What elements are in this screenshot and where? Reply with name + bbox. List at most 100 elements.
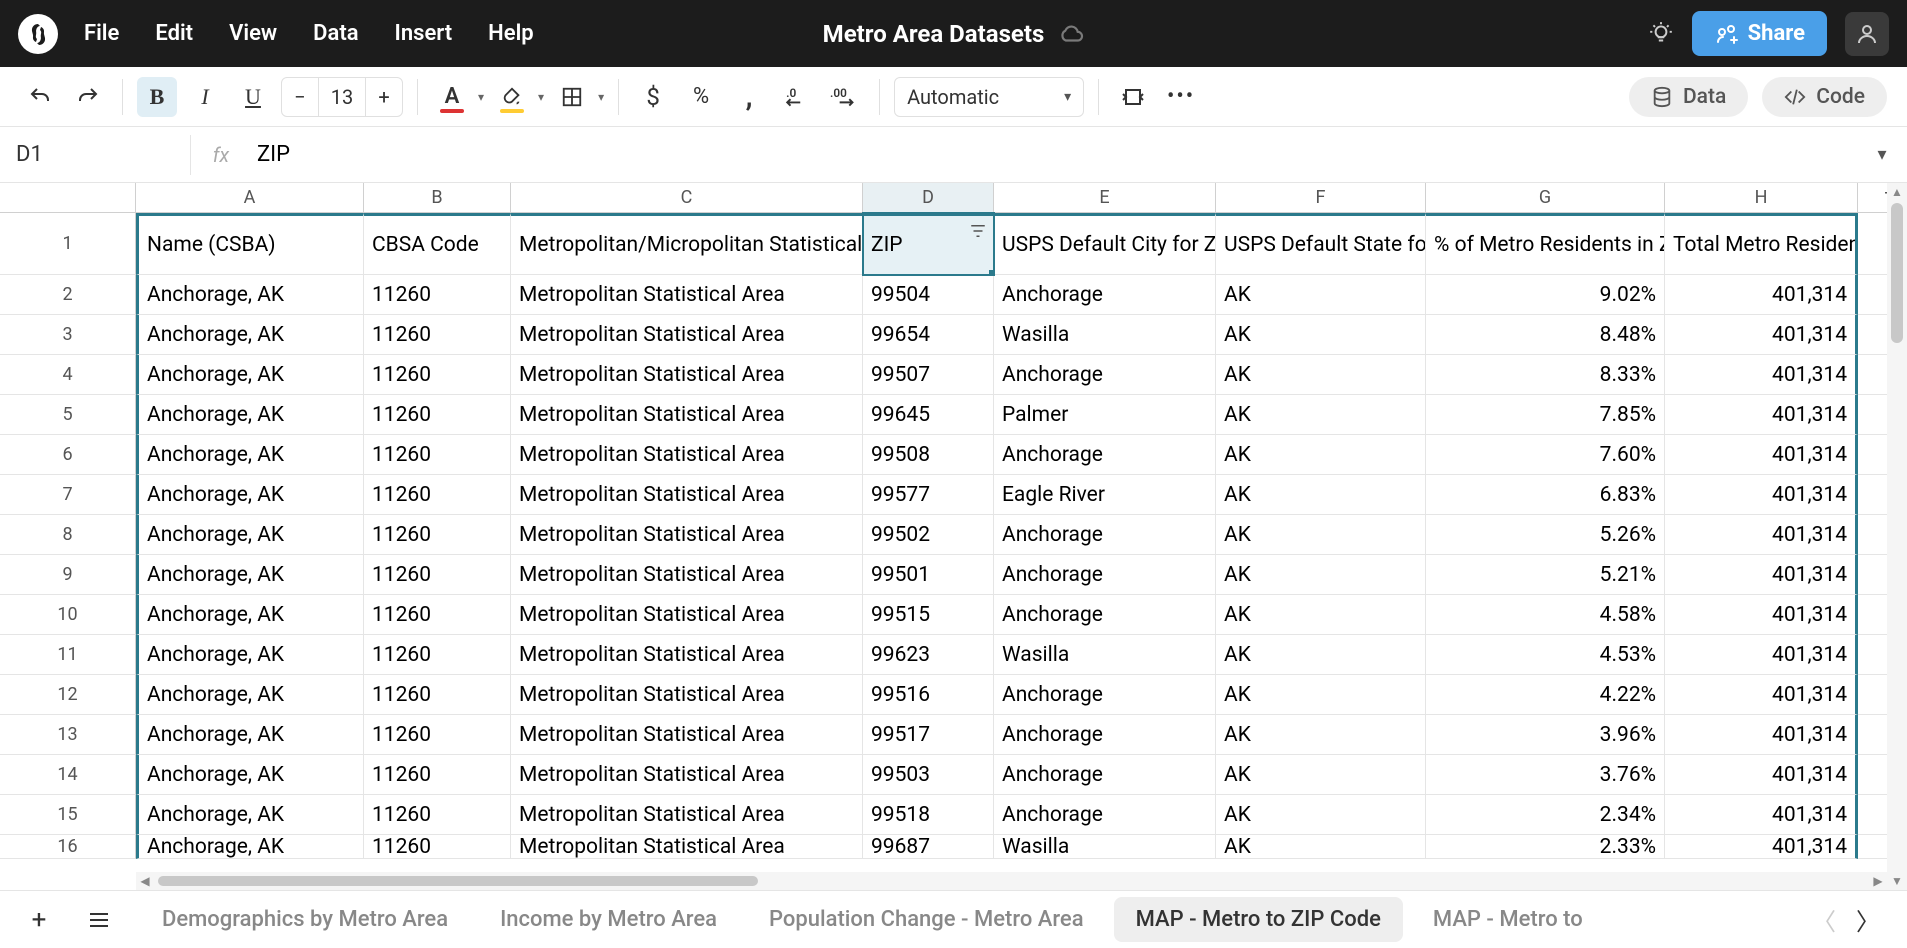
cell[interactable]: AK <box>1216 595 1426 635</box>
cell[interactable]: 11260 <box>364 475 511 515</box>
cell[interactable]: 11260 <box>364 595 511 635</box>
cell[interactable]: 401,314 <box>1665 555 1858 595</box>
cell[interactable]: Anchorage, AK <box>136 675 364 715</box>
chevron-down-icon[interactable]: ▾ <box>478 90 484 104</box>
cell[interactable]: AK <box>1216 355 1426 395</box>
document-title[interactable]: Metro Area Datasets <box>823 20 1045 48</box>
formula-expand-button[interactable]: ▾ <box>1857 144 1907 165</box>
cell[interactable]: AK <box>1216 835 1426 859</box>
cell[interactable]: AK <box>1216 435 1426 475</box>
bold-button[interactable]: B <box>137 77 177 117</box>
cell[interactable]: 9.02% <box>1426 275 1665 315</box>
cell[interactable]: Anchorage <box>994 555 1216 595</box>
horizontal-scrollbar[interactable]: ◀ ▶ <box>136 872 1887 890</box>
cloud-sync-icon[interactable] <box>1058 21 1084 47</box>
cell[interactable]: 401,314 <box>1665 755 1858 795</box>
cell[interactable]: AK <box>1216 275 1426 315</box>
filter-icon[interactable] <box>969 222 987 240</box>
cell[interactable]: 7.85% <box>1426 395 1665 435</box>
row-header-10[interactable]: 10 <box>0 595 136 635</box>
cell[interactable]: 11260 <box>364 435 511 475</box>
column-header-G[interactable]: G <box>1426 183 1665 213</box>
cell[interactable]: Metropolitan Statistical Area <box>511 315 863 355</box>
cell[interactable]: Anchorage, AK <box>136 355 364 395</box>
cell[interactable]: 11260 <box>364 795 511 835</box>
cell[interactable]: 401,314 <box>1665 395 1858 435</box>
cell[interactable]: Anchorage, AK <box>136 835 364 859</box>
row-header-15[interactable]: 15 <box>0 795 136 835</box>
lightbulb-icon[interactable] <box>1648 21 1674 47</box>
cell[interactable]: Anchorage, AK <box>136 515 364 555</box>
column-header-C[interactable]: C <box>511 183 863 213</box>
percent-button[interactable]: % <box>681 77 721 117</box>
scroll-up-icon[interactable]: ▲ <box>1887 183 1907 201</box>
scroll-down-icon[interactable]: ▼ <box>1887 872 1907 890</box>
cell[interactable]: 11260 <box>364 835 511 859</box>
cell[interactable]: AK <box>1216 515 1426 555</box>
cell[interactable]: Anchorage, AK <box>136 635 364 675</box>
formula-input[interactable]: ZIP <box>251 142 1857 167</box>
row-header-3[interactable]: 3 <box>0 315 136 355</box>
cell[interactable]: Anchorage, AK <box>136 555 364 595</box>
cell[interactable]: 401,314 <box>1665 355 1858 395</box>
expand-button[interactable] <box>1113 77 1153 117</box>
sheet-tab[interactable]: Population Change - Metro Area <box>747 897 1106 942</box>
menu-edit[interactable]: Edit <box>155 21 193 46</box>
undo-button[interactable] <box>20 77 60 117</box>
row-header-7[interactable]: 7 <box>0 475 136 515</box>
cell[interactable]: Anchorage, AK <box>136 395 364 435</box>
cell[interactable]: 401,314 <box>1665 315 1858 355</box>
cell[interactable]: 99623 <box>863 635 994 675</box>
cell[interactable]: 99687 <box>863 835 994 859</box>
chevron-down-icon[interactable]: ▾ <box>598 90 604 104</box>
selection-handle[interactable] <box>989 270 994 275</box>
cell[interactable]: 99501 <box>863 555 994 595</box>
cell[interactable]: AK <box>1216 395 1426 435</box>
cell[interactable]: AK <box>1216 475 1426 515</box>
row-header-8[interactable]: 8 <box>0 515 136 555</box>
cell[interactable]: 401,314 <box>1665 835 1858 859</box>
text-color-button[interactable]: A <box>432 77 472 117</box>
row-header-11[interactable]: 11 <box>0 635 136 675</box>
scroll-thumb[interactable] <box>158 876 758 886</box>
cell[interactable]: AK <box>1216 635 1426 675</box>
cell[interactable]: Anchorage, AK <box>136 595 364 635</box>
cell[interactable]: Anchorage <box>994 435 1216 475</box>
cell[interactable]: Metropolitan Statistical Area <box>511 755 863 795</box>
column-header-F[interactable]: F <box>1216 183 1426 213</box>
cell[interactable]: Wasilla <box>994 315 1216 355</box>
cell[interactable]: Anchorage, AK <box>136 475 364 515</box>
cell[interactable]: Metropolitan Statistical Area <box>511 715 863 755</box>
cell[interactable]: 99645 <box>863 395 994 435</box>
cell[interactable]: 11260 <box>364 515 511 555</box>
cell[interactable]: Anchorage, AK <box>136 275 364 315</box>
redo-button[interactable] <box>68 77 108 117</box>
cell[interactable]: AK <box>1216 555 1426 595</box>
sheet-tab[interactable]: Demographics by Metro Area <box>140 897 470 942</box>
scroll-left-icon[interactable]: ◀ <box>136 874 154 888</box>
chevron-down-icon[interactable]: ▾ <box>538 90 544 104</box>
cell[interactable]: 99654 <box>863 315 994 355</box>
italic-button[interactable]: I <box>185 77 225 117</box>
scroll-right-icon[interactable]: ▶ <box>1869 874 1887 888</box>
column-header-B[interactable]: B <box>364 183 511 213</box>
cell[interactable]: Metropolitan Statistical Area <box>511 515 863 555</box>
cell[interactable]: 7.60% <box>1426 435 1665 475</box>
cell[interactable]: Metropolitan Statistical Area <box>511 275 863 315</box>
cell[interactable]: 99504 <box>863 275 994 315</box>
cell[interactable]: Anchorage <box>994 355 1216 395</box>
cell[interactable]: Anchorage <box>994 595 1216 635</box>
cell[interactable]: 4.53% <box>1426 635 1665 675</box>
font-size-increase[interactable]: + <box>366 78 402 116</box>
cell[interactable]: 8.33% <box>1426 355 1665 395</box>
app-logo[interactable] <box>18 14 58 54</box>
code-pill[interactable]: Code <box>1762 77 1887 117</box>
column-header-A[interactable]: A <box>136 183 364 213</box>
cell[interactable]: Anchorage <box>994 715 1216 755</box>
cell[interactable]: 11260 <box>364 715 511 755</box>
font-size-decrease[interactable]: − <box>282 78 318 116</box>
cell[interactable]: 99503 <box>863 755 994 795</box>
cell[interactable]: Wasilla <box>994 635 1216 675</box>
menu-file[interactable]: File <box>84 21 119 46</box>
menu-help[interactable]: Help <box>488 21 534 46</box>
